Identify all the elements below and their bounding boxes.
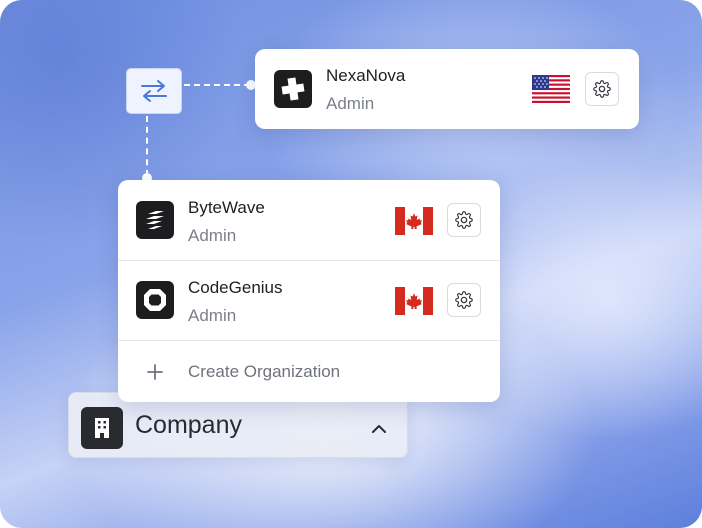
organization-role: Admin [188,226,237,245]
chevron-up-icon [372,425,386,433]
settings-button[interactable] [447,203,481,237]
organization-role: Admin [326,94,375,113]
layers-icon [146,211,164,229]
create-organization-button[interactable]: Create Organization [118,341,500,402]
organization-name: CodeGenius [188,278,283,297]
organization-logo [274,70,312,108]
plus-icon [147,364,163,380]
organization-role: Admin [188,306,237,325]
organization-name: NexaNova [326,66,406,85]
canada-flag [395,287,433,315]
plus-icon [281,77,305,101]
switch-organization-button[interactable] [126,68,182,114]
settings-button[interactable] [585,72,619,106]
organization-logo [136,201,174,239]
octagon-ring-icon [144,289,166,311]
us-flag [532,75,570,103]
gear-icon [593,80,611,98]
company-label: Company [135,411,242,439]
canvas: NexaNova Admin Company ByteWave Admin Co… [0,0,702,528]
gear-icon [455,211,473,229]
create-organization-label: Create Organization [188,362,341,381]
connector-line [146,116,148,176]
list-item[interactable]: CodeGenius Admin [118,261,500,340]
selected-organization-card[interactable]: NexaNova Admin [255,49,639,129]
organization-logo [136,281,174,319]
canada-flag [395,207,433,235]
organization-dropdown: ByteWave Admin CodeGenius Admin Create O… [118,180,500,402]
gear-icon [455,291,473,309]
organization-name: ByteWave [188,198,265,217]
settings-button[interactable] [447,283,481,317]
swap-arrows-icon [141,80,167,102]
list-item[interactable]: ByteWave Admin [118,180,500,260]
building-icon [81,407,123,449]
connector-line [184,84,250,86]
